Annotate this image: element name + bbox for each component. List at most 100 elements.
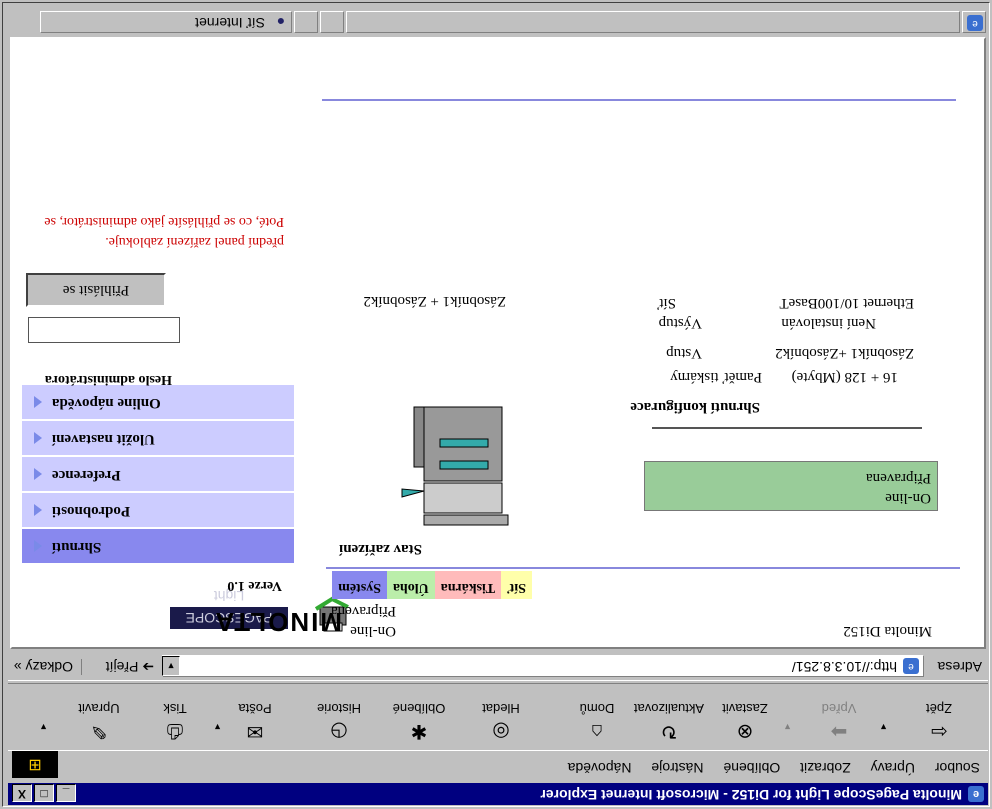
menu-bar: Soubor Úpravy Zobrazit Oblíbené Nástroje…: [8, 750, 988, 779]
sidebar-item-summary[interactable]: Shrnutí: [22, 529, 294, 563]
stop-icon: ⊗: [736, 720, 754, 742]
config-key: Paměť tiskárny: [670, 369, 762, 385]
config-title: Shrnutí konfigurace: [630, 399, 760, 415]
admin-password-label: Heslo administrátora: [44, 372, 172, 387]
sidebar-item-preferences[interactable]: Preference: [22, 457, 294, 491]
top-divider: [322, 99, 956, 101]
tab-divider: [326, 567, 960, 569]
main-tabs: Síť Tiskárna Úloha Systém: [332, 571, 532, 599]
forward-dropdown-icon[interactable]: ▼: [783, 722, 792, 732]
menu-soubor[interactable]: Soubor: [927, 757, 988, 779]
home-icon: ⌂: [590, 720, 604, 742]
config-key: Síť: [657, 295, 676, 311]
config-divider: [652, 427, 922, 429]
close-button[interactable]: X: [12, 784, 32, 802]
arrow-icon: [34, 396, 42, 408]
config-value: Ethernet 10/100BaseT: [779, 295, 914, 311]
config-value: 16 + 128 (Mbyte): [791, 369, 898, 385]
page-icon: e: [967, 15, 983, 31]
go-button[interactable]: ➔ Přejít: [106, 658, 154, 675]
edit-button[interactable]: ✎ Upravit: [64, 701, 134, 748]
zone-label: Síť Internet: [195, 15, 265, 31]
back-dropdown-icon[interactable]: ▼: [879, 722, 888, 732]
menu-napoveda[interactable]: Nápověda: [560, 757, 640, 779]
config-value: Zásobník1 +Zásobník2: [775, 345, 914, 361]
ie-icon: e: [968, 786, 984, 802]
stop-button[interactable]: ⊗ Zastavit: [710, 701, 780, 748]
arrow-icon: [34, 540, 42, 552]
address-input[interactable]: e http://10.3.8.251/: [162, 655, 924, 677]
address-url: http://10.3.8.251/: [791, 659, 897, 675]
address-dropdown-icon[interactable]: ▼: [162, 656, 180, 676]
sidebar-item-save-settings[interactable]: Uložit nastavení: [22, 421, 294, 455]
mail-icon: ✉: [246, 720, 264, 742]
config-value: Není instalován: [781, 315, 876, 331]
menu-upravy[interactable]: Úpravy: [863, 757, 923, 779]
tray-label: Zásobník1 + Zásobník2: [363, 293, 506, 309]
page-status-cell: e: [962, 11, 986, 33]
sidebar: Shrnutí Podrobnosti Preference Uložit na…: [22, 383, 294, 563]
mail-button[interactable]: ✉ Pošta: [220, 701, 290, 748]
address-label: Adresa: [937, 659, 982, 675]
menu-nastroje[interactable]: Nástroje: [643, 757, 711, 779]
refresh-icon: ↻: [660, 720, 678, 742]
admin-password-input[interactable]: [28, 317, 180, 343]
screen-rotated: e Minolta PageScope Light for Di152 - Mi…: [0, 0, 992, 809]
window-title: Minolta PageScope Light for Di152 - Micr…: [540, 787, 962, 803]
status-bar: e ● Síť Internet: [8, 9, 988, 35]
back-arrow-icon: ⇦: [930, 720, 948, 742]
device-status-title: Stav zařízení: [339, 541, 422, 557]
ie-page-icon: e: [903, 658, 919, 674]
sidebar-item-online-help[interactable]: Online nápověda: [22, 385, 294, 419]
warning-text-line2: Poté, co se přihlásíte jako administráto…: [44, 214, 284, 229]
globe-icon: ●: [276, 14, 285, 30]
status-online: On-line: [885, 490, 931, 506]
status-text-cell: [346, 11, 960, 33]
menu-zobrazit[interactable]: Zobrazit: [792, 757, 859, 779]
address-bar: Adresa e http://10.3.8.251/ ▼ ➔ Přejít O…: [8, 652, 988, 681]
edit-icon: ✎: [90, 720, 108, 742]
page-content: Minolta Di152 On-line Připravena PAGESCO…: [10, 37, 986, 649]
config-key: Výstup: [658, 315, 702, 331]
status-box: On-line Připravena: [644, 461, 938, 511]
history-button[interactable]: ◷ Historie: [304, 701, 374, 748]
favorites-icon: ✱: [410, 720, 428, 742]
edit-dropdown-icon[interactable]: ▼: [39, 722, 48, 732]
zone-cell: ● Síť Internet: [40, 11, 292, 33]
back-button[interactable]: ⇦ Zpět: [904, 701, 974, 748]
home-button[interactable]: ⌂ Domů: [562, 701, 632, 748]
links-button[interactable]: Odkazy »: [13, 659, 82, 675]
search-button[interactable]: ◎ Hledat: [466, 701, 536, 748]
config-key: Vstup: [666, 345, 702, 361]
arrow-icon: [34, 504, 42, 516]
print-button[interactable]: ⎙ Tisk: [140, 701, 210, 748]
arrow-icon: [34, 432, 42, 444]
forward-button[interactable]: ➡ Vpřed: [804, 701, 874, 748]
standard-toolbar: ⇦ Zpět ▼ ➡ Vpřed ▼ ⊗ Zastavit ↻ Aktualizovat…: [8, 683, 988, 751]
version-label: Verze 1.0: [227, 578, 282, 593]
status-cell-small: [320, 11, 344, 33]
tab-system[interactable]: Systém: [332, 571, 387, 599]
arrow-icon: [34, 468, 42, 480]
tab-network[interactable]: Síť: [501, 571, 532, 599]
warning-text-line1: přední panel zařízení zablokuje.: [105, 234, 284, 249]
tab-printer[interactable]: Tiskárna: [434, 571, 502, 599]
printer-model: Minolta Di152: [843, 623, 932, 639]
print-icon: ⎙: [167, 720, 183, 742]
status-ready: Připravena: [866, 470, 931, 486]
minimize-button[interactable]: _: [56, 784, 76, 802]
search-icon: ◎: [492, 720, 510, 742]
minolta-logo: MINOLTA: [213, 607, 342, 637]
windows-flag-icon: ⊞: [12, 750, 58, 778]
login-button[interactable]: Přihlásit se: [26, 273, 166, 307]
menu-oblibene[interactable]: Oblíbené: [715, 757, 788, 779]
refresh-button[interactable]: ↻ Aktualizovat: [634, 701, 704, 748]
forward-arrow-icon: ➡: [830, 720, 848, 742]
status-cell-small: [294, 11, 318, 33]
tab-job[interactable]: Úloha: [387, 571, 435, 599]
title-bar[interactable]: e Minolta PageScope Light for Di152 - Mi…: [8, 783, 988, 805]
favorites-button[interactable]: ✱ Oblíbené: [384, 701, 454, 748]
mail-dropdown-icon[interactable]: ▼: [213, 722, 222, 732]
maximize-button[interactable]: □: [34, 784, 54, 802]
sidebar-item-details[interactable]: Podrobnosti: [22, 493, 294, 527]
